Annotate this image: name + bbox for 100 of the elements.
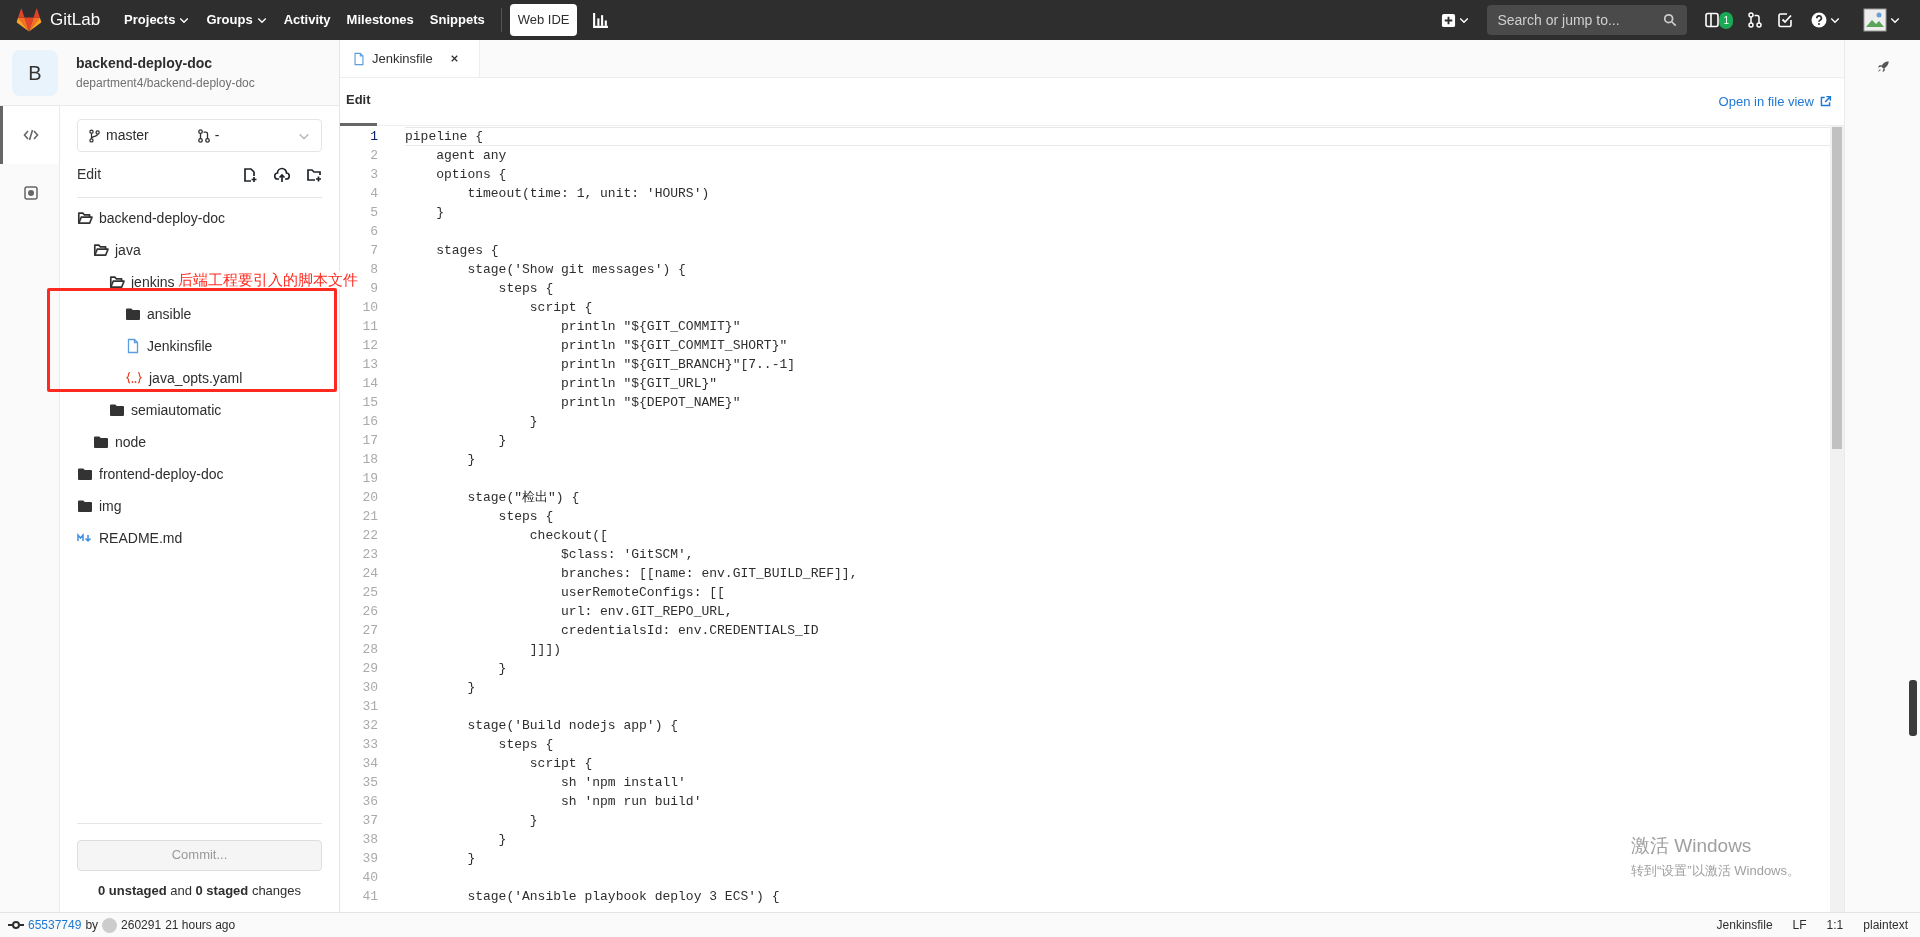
line-number: 14 <box>362 376 378 391</box>
activation-text: 转到“设置”以激活 Windows。 <box>1631 861 1800 880</box>
line-number: 23 <box>362 547 378 562</box>
nav-link[interactable]: Snippets <box>421 4 493 36</box>
branch-icon <box>88 128 102 143</box>
search-field[interactable]: Search or jump to... <box>1487 5 1688 35</box>
tree-item[interactable]: backend-deploy-doc <box>77 202 226 234</box>
rocket-icon[interactable] <box>1875 60 1890 74</box>
panel-icon <box>1704 12 1721 28</box>
line-number: 28 <box>362 642 378 657</box>
line-number: 18 <box>362 452 378 467</box>
code-line: stage("检出") { <box>466 489 580 507</box>
tree-item[interactable]: img <box>77 490 122 522</box>
code-icon <box>23 127 39 143</box>
line-number: 8 <box>370 262 378 277</box>
line-number: 10 <box>362 300 378 315</box>
external-link-icon <box>1819 95 1832 108</box>
code-line: println "${DEPOT_NAME}" <box>560 394 741 412</box>
line-number: 21 <box>362 509 378 524</box>
line-number: 34 <box>362 756 378 771</box>
code-line: steps { <box>497 736 554 754</box>
checkbox-icon[interactable] <box>1777 12 1793 28</box>
tree-item[interactable]: ansible <box>77 298 192 330</box>
code-line: } <box>466 451 476 469</box>
code-line: stages { <box>435 242 499 260</box>
code-line: sh 'npm run build' <box>560 793 702 811</box>
plus-icon <box>1441 12 1457 28</box>
project-name[interactable]: backend-deploy-doc <box>76 53 255 74</box>
user-avatar <box>102 917 118 933</box>
line-number: 37 <box>362 813 378 828</box>
file-icon <box>125 338 141 354</box>
line-number: 11 <box>362 319 378 334</box>
new-folder-icon[interactable] <box>306 166 322 183</box>
code-line: } <box>466 850 476 868</box>
code-line: println "${GIT_COMMIT_SHORT}" <box>560 337 788 355</box>
tree-item[interactable]: java_opts.yaml <box>77 362 243 394</box>
commit-link[interactable]: 65537749 <box>28 916 82 934</box>
count-badge: 1 <box>1719 11 1733 29</box>
nav-link[interactable]: Groups <box>198 4 276 36</box>
brand-name[interactable]: GitLab <box>50 7 101 33</box>
web-ide-button[interactable]: Web IDE <box>509 4 578 36</box>
section-title: Edit <box>77 165 103 184</box>
search-icon <box>1663 13 1678 27</box>
line-number: 36 <box>362 794 378 809</box>
line-number: 40 <box>362 870 378 885</box>
line-number: 3 <box>370 167 378 182</box>
scrollbar-thumb[interactable] <box>1832 127 1842 449</box>
line-number: 41 <box>362 889 378 904</box>
new-file-icon[interactable] <box>242 166 258 183</box>
logo-icon[interactable] <box>16 8 42 32</box>
tree-item[interactable]: node <box>77 426 147 458</box>
code-line: println "${GIT_BRANCH}"[7..-1] <box>560 356 796 374</box>
tree-item[interactable]: Jenkinsfile <box>77 330 213 362</box>
line-number: 5 <box>370 205 378 220</box>
nav-link[interactable]: Projects <box>116 4 199 36</box>
line-number: 1 <box>370 129 378 144</box>
by-label: by <box>85 917 99 934</box>
line-number: 38 <box>362 832 378 847</box>
commit-icon <box>23 185 39 201</box>
tree-item[interactable]: README.md <box>77 522 183 554</box>
scroll-handle[interactable] <box>1909 680 1917 736</box>
tree-item[interactable]: jenkins <box>77 266 175 298</box>
code-line: pipeline { <box>405 128 483 146</box>
line-number: 31 <box>362 699 378 714</box>
line-number: 4 <box>370 186 378 201</box>
annotation-text: 后端工程要引入的脚本文件 <box>178 271 358 289</box>
nav-link[interactable]: Activity <box>275 4 339 36</box>
line-number: 17 <box>362 433 378 448</box>
nav-link[interactable]: Milestones <box>338 4 422 36</box>
code-line: } <box>497 432 507 450</box>
code-line: } <box>466 679 476 697</box>
changes-summary: 0 unstaged and 0 staged changes <box>96 881 303 900</box>
line-number: 7 <box>370 243 378 258</box>
code-line: $class: 'GitSCM', <box>560 546 694 564</box>
code-line: } <box>528 812 538 830</box>
code-line: } <box>435 204 444 222</box>
upload-icon[interactable] <box>274 166 290 183</box>
chart-icon[interactable] <box>592 11 610 29</box>
open-file-link[interactable]: Open in file view <box>1718 91 1832 112</box>
tree-item[interactable]: semiautomatic <box>77 394 222 426</box>
line-number: 30 <box>362 680 378 695</box>
activity-tab[interactable] <box>0 106 59 164</box>
merge-request-icon[interactable] <box>1747 12 1763 28</box>
tree-item[interactable]: java <box>77 234 141 266</box>
project-avatar: B <box>12 49 58 96</box>
line-number: 25 <box>362 585 378 600</box>
code-line: checkout([ <box>528 527 608 545</box>
branch-name: master <box>106 126 149 145</box>
braces-icon <box>125 370 143 386</box>
branch-dropdown[interactable]: master - <box>77 119 322 152</box>
file-tab[interactable]: Jenkinsfile <box>340 40 480 77</box>
cursor-position: 1:1 <box>1826 917 1844 934</box>
tree-item[interactable]: frontend-deploy-doc <box>77 458 224 490</box>
line-number: 6 <box>370 224 378 239</box>
merge-request-label: - <box>214 126 220 145</box>
line-number: 26 <box>362 604 378 619</box>
line-number: 15 <box>362 395 378 410</box>
code-line: stage('Build nodejs app') { <box>466 717 679 735</box>
code-line: agent any <box>435 147 507 165</box>
line-number: 9 <box>370 281 378 296</box>
